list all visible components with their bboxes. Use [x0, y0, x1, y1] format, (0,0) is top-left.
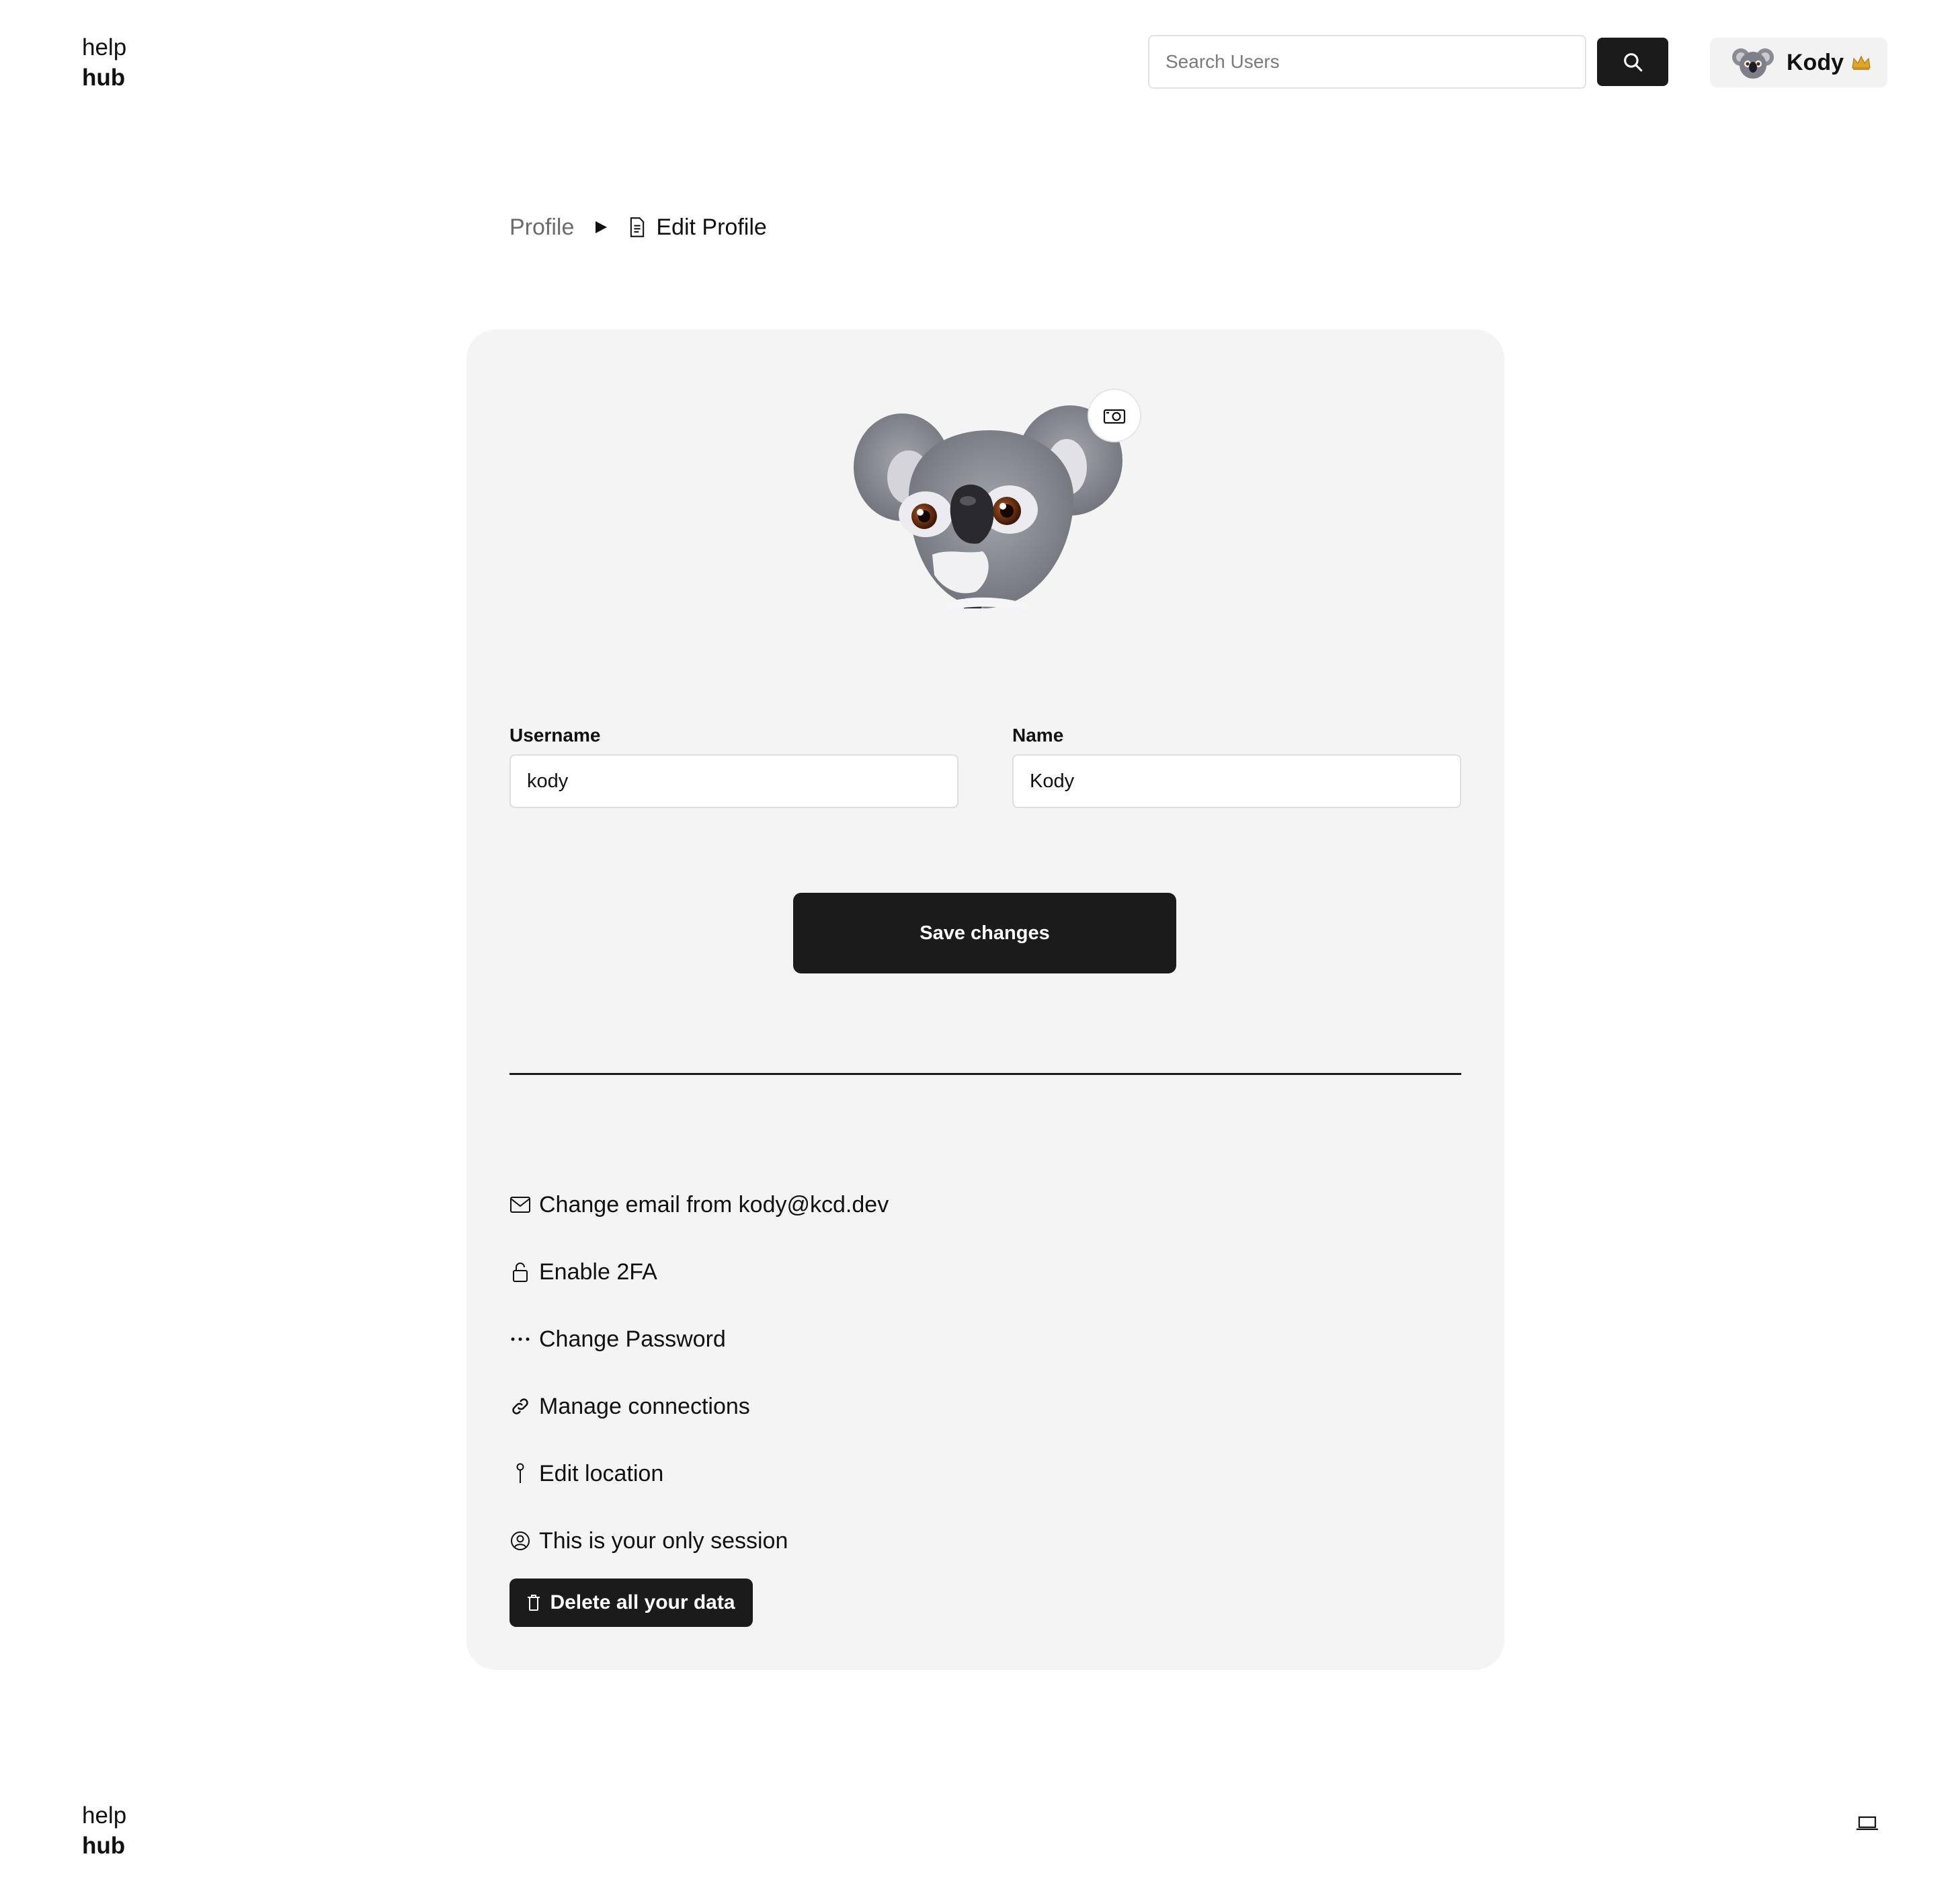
edit-location-link[interactable]: Edit location — [509, 1457, 663, 1490]
breadcrumb-separator-icon — [593, 219, 609, 235]
username-field[interactable] — [509, 754, 958, 808]
session-info-label: This is your only session — [539, 1527, 788, 1554]
name-field-group: Name — [1012, 725, 1461, 808]
footer-logo-line-2: hub — [82, 1833, 126, 1859]
search-icon — [1624, 53, 1643, 72]
manage-connections-label: Manage connections — [539, 1393, 750, 1419]
manage-connections-link[interactable]: Manage connections — [509, 1390, 750, 1423]
laptop-icon — [1856, 1816, 1878, 1831]
dots-icon — [509, 1328, 531, 1350]
search-button[interactable] — [1597, 38, 1668, 86]
name-field[interactable] — [1012, 754, 1461, 808]
delete-data-button[interactable]: Delete all your data — [509, 1579, 753, 1627]
user-name: Kody — [1787, 49, 1844, 75]
change-password-label: Change Password — [539, 1326, 726, 1352]
avatar — [1732, 48, 1774, 79]
change-password-link[interactable]: Change Password — [509, 1323, 726, 1355]
document-icon — [630, 217, 645, 237]
camera-icon — [1103, 409, 1126, 424]
link-icon — [509, 1396, 531, 1417]
breadcrumb-profile-link[interactable]: Profile — [509, 214, 574, 241]
footer-logo[interactable]: help hub — [82, 1800, 126, 1861]
session-info: This is your only session — [509, 1525, 788, 1557]
logo[interactable]: help hub — [82, 32, 126, 93]
edit-profile-card: Username Name Save changes Change email … — [466, 329, 1504, 1670]
breadcrumb-current-label: Edit Profile — [656, 214, 767, 240]
enable-2fa-link[interactable]: Enable 2FA — [509, 1256, 657, 1288]
change-email-link[interactable]: Change email from kody@kcd.dev — [509, 1189, 889, 1221]
logo-line-1: help — [82, 34, 127, 61]
avatar-icon — [509, 1530, 531, 1552]
save-changes-button[interactable]: Save changes — [793, 893, 1176, 973]
name-label: Name — [1012, 725, 1064, 746]
profile-photo — [854, 405, 1122, 612]
lock-icon — [509, 1261, 531, 1283]
search-input[interactable] — [1148, 35, 1586, 89]
crown-icon — [1850, 53, 1872, 72]
username-field-group: Username — [509, 725, 958, 808]
change-email-label: Change email from kody@kcd.dev — [539, 1191, 889, 1217]
footer-logo-line-1: help — [82, 1802, 127, 1829]
logo-line-2: hub — [82, 65, 126, 91]
breadcrumb: Profile Edit Profile — [509, 212, 767, 242]
delete-data-label: Delete all your data — [550, 1591, 735, 1613]
user-menu-button[interactable]: Kody — [1710, 38, 1887, 87]
divider — [509, 1073, 1461, 1075]
breadcrumb-current: Edit Profile — [628, 214, 767, 241]
pin-icon — [509, 1463, 531, 1484]
search-form — [1148, 35, 1668, 89]
change-photo-button[interactable] — [1088, 389, 1141, 442]
enable-2fa-label: Enable 2FA — [539, 1259, 657, 1285]
username-label: Username — [509, 725, 601, 746]
edit-location-label: Edit location — [539, 1460, 664, 1486]
trash-icon — [528, 1595, 540, 1611]
envelope-icon — [509, 1194, 531, 1215]
theme-toggle-button[interactable] — [1852, 1810, 1882, 1837]
